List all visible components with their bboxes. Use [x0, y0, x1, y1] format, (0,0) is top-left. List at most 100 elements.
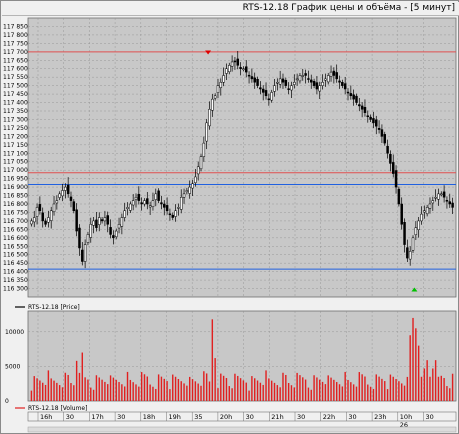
candle-body — [83, 244, 87, 262]
candle-body — [420, 213, 423, 222]
price-y-tick-label: 116 900 — [3, 184, 28, 191]
candle-body — [276, 82, 279, 84]
candle-body — [49, 210, 53, 221]
price-y-tick-label: 116 350 — [3, 277, 28, 284]
price-y-tick-label: 116 600 — [3, 235, 28, 242]
price-panel[interactable] — [27, 17, 457, 298]
candle-body — [349, 93, 353, 97]
candle-body — [363, 107, 367, 113]
candle-body — [431, 200, 435, 204]
candle-body — [47, 217, 50, 223]
candle-body — [129, 203, 132, 211]
candle-body — [400, 203, 403, 225]
price-y-tick-label: 117 050 — [3, 159, 28, 166]
price-y-tick-label: 116 750 — [3, 209, 28, 216]
candle-body — [194, 176, 197, 183]
candle-body — [160, 202, 163, 205]
candle-body — [440, 193, 443, 196]
candle-body — [310, 79, 313, 83]
candle-body — [369, 116, 372, 120]
candle-body — [293, 82, 296, 85]
price-y-tick-label: 116 700 — [3, 218, 28, 225]
candle-body — [123, 210, 126, 218]
candle-body — [225, 68, 228, 74]
candle-body — [346, 91, 350, 94]
horizontal-scrollbar[interactable] — [27, 426, 457, 433]
candle-body — [375, 119, 378, 127]
volume-panel[interactable] — [27, 310, 457, 402]
candle-body — [134, 196, 138, 200]
candle-body — [423, 210, 426, 213]
candle-body — [163, 203, 166, 208]
candle-body — [284, 79, 288, 86]
candle-body — [425, 207, 429, 215]
candle-body — [72, 201, 76, 212]
candle-body — [358, 104, 361, 107]
price-y-tick-label: 117 650 — [3, 57, 28, 64]
candle-body — [191, 183, 194, 189]
price-volume-chart[interactable]: 117 850117 800117 750117 700117 650117 6… — [1, 1, 459, 434]
candle-body — [168, 213, 172, 216]
candle-body — [196, 166, 200, 175]
candle-body — [315, 82, 319, 90]
candle-body — [35, 207, 39, 217]
candle-body — [239, 67, 242, 69]
x-tick-label: 30 — [297, 413, 305, 421]
candle-body — [182, 193, 186, 198]
candle-body — [143, 200, 146, 205]
candle-body — [377, 127, 381, 130]
candle-body — [332, 70, 336, 76]
x-tick-label: 18h — [143, 413, 155, 421]
candle-body — [256, 78, 259, 86]
candle-body — [264, 90, 268, 97]
candle-body — [298, 75, 302, 82]
candle-body — [394, 170, 398, 188]
x-tick-label: 30 — [117, 413, 125, 421]
candle-body — [89, 224, 93, 238]
price-y-tick-label: 117 000 — [3, 167, 28, 174]
candle-body — [366, 115, 370, 117]
price-y-tick-label: 116 450 — [3, 260, 28, 267]
candle-body — [228, 65, 231, 73]
price-y-tick-label: 117 350 — [3, 108, 28, 115]
price-y-tick-label: 117 300 — [3, 116, 28, 123]
price-legend-label: RTS-12.18 [Price] — [28, 304, 80, 311]
candle-body — [372, 118, 375, 124]
candle-body — [343, 83, 347, 90]
candle-body — [58, 193, 61, 198]
candle-body — [329, 71, 333, 77]
candle-body — [174, 210, 177, 217]
x-tick-label: 23h — [374, 413, 386, 421]
candle-body — [290, 85, 293, 91]
candle-body — [66, 184, 70, 195]
x-tick-label: 35 — [194, 413, 202, 421]
candle-body — [230, 61, 234, 67]
candle-body — [307, 78, 310, 80]
candle-body — [92, 220, 95, 226]
x-tick-label: 30 — [246, 413, 254, 421]
candle-body — [69, 196, 73, 201]
candle-body — [205, 122, 208, 142]
candle-body — [81, 249, 84, 262]
candle-body — [55, 200, 59, 204]
price-y-tick-label: 117 450 — [3, 91, 28, 98]
price-y-tick-label: 117 550 — [3, 74, 28, 81]
price-y-tick-label: 116 650 — [3, 226, 28, 233]
price-y-tick-label: 116 850 — [3, 193, 28, 200]
volume-y-tick-label: 0 — [5, 398, 9, 405]
candle-body — [86, 234, 90, 243]
candle-body — [109, 227, 112, 235]
candle-body — [157, 190, 160, 201]
candle-body — [408, 251, 412, 260]
candle-body — [326, 75, 330, 83]
candle-body — [451, 202, 454, 208]
candle-body — [341, 82, 344, 86]
candle-body — [245, 66, 248, 73]
volume-y-tick-label: 10000 — [5, 329, 24, 336]
price-y-tick-label: 116 950 — [3, 176, 28, 183]
candle-body — [30, 220, 33, 225]
candle-body — [242, 68, 245, 70]
candle-body — [380, 129, 384, 137]
candle-body — [448, 201, 451, 205]
candle-body — [179, 196, 183, 210]
